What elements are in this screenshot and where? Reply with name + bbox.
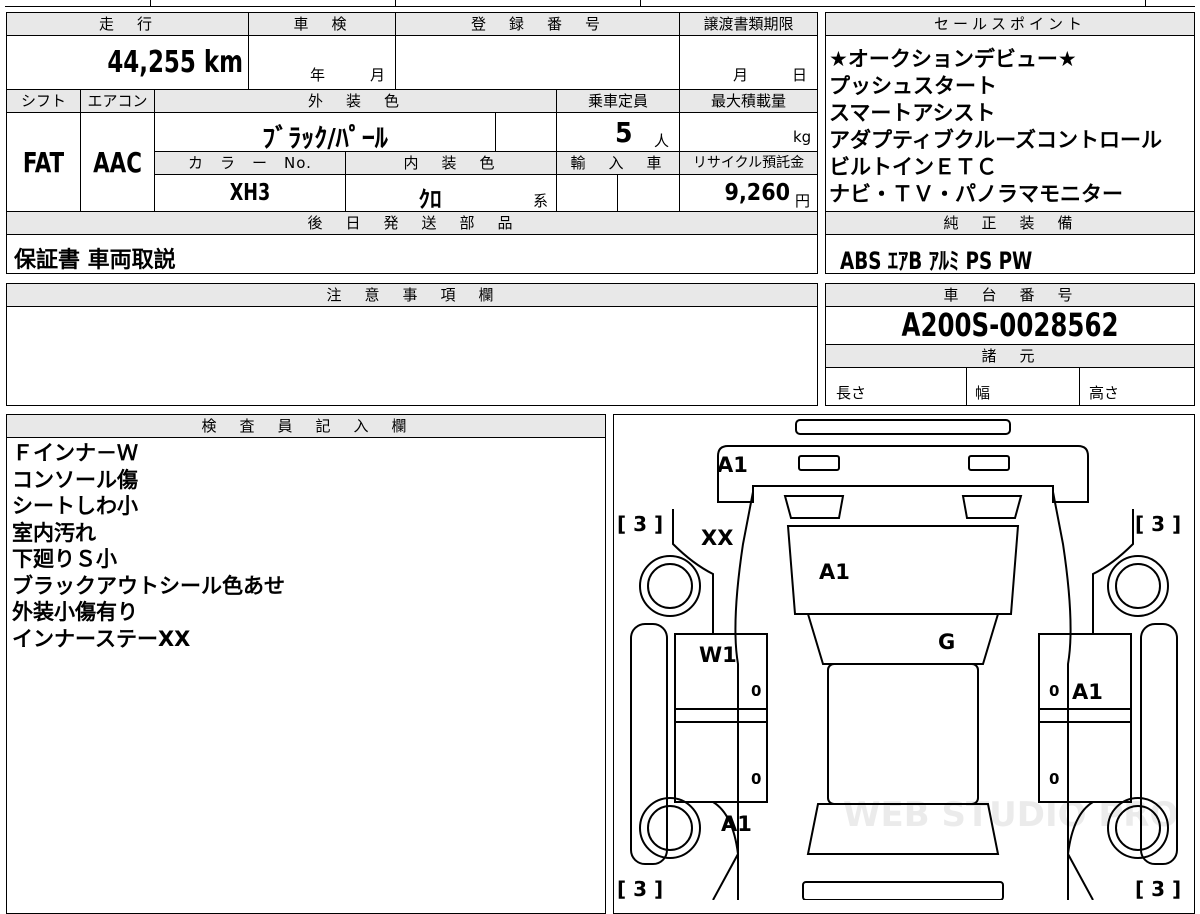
chassis-header: 車 台 番 号: [825, 283, 1195, 307]
tire-label-rear-left: [ 3 ]: [617, 877, 663, 900]
ac-value: AAC: [93, 146, 142, 179]
recycle-unit: 円: [795, 192, 811, 210]
mark-left-rear: A1: [721, 812, 752, 836]
ac-header: エアコン: [80, 89, 155, 113]
mark-front-top: A1: [717, 453, 748, 477]
capacity-unit: 人: [654, 132, 670, 150]
color-no-value: XH3: [229, 180, 271, 206]
inspector-line-5: 下廻りＳ小: [12, 547, 117, 571]
interior-color-value: ｸﾛ: [418, 187, 442, 213]
specs-header: 諸 元: [825, 344, 1195, 368]
spec-height-label: 高さ: [1089, 384, 1120, 402]
spec-width-label: 幅: [975, 384, 991, 402]
max-load-unit: kg: [793, 128, 812, 146]
body-outline: [734, 491, 1072, 900]
sales-point-2: プッシュスタート: [829, 74, 997, 98]
sales-point-6: ナビ・ＴＶ・パノラマモニター: [829, 182, 1123, 206]
left-rear-door-shape: [674, 721, 768, 803]
shift-value: FAT: [22, 146, 65, 179]
mark-windshield: A1: [819, 560, 850, 584]
inspection-header: 車 検: [248, 12, 396, 36]
inspection-month-label: 月: [370, 66, 386, 84]
sales-points-list: ★オークションデビュー★ プッシュスタート スマートアシスト アダプティブクルー…: [829, 46, 1195, 208]
chassis-number: A200S-0028562: [901, 306, 1119, 344]
door-zero-right-rear: 0: [1049, 770, 1059, 788]
mark-right-front-door: A1: [1072, 680, 1103, 704]
notes-header: 注 意 事 項 欄: [6, 283, 818, 307]
door-zero-left-front: 0: [751, 682, 761, 700]
inspector-line-1: Ｆインナ－Ｗ: [12, 441, 138, 465]
inspector-header: 検 査 員 記 入 欄: [6, 414, 606, 438]
inspector-line-4: 室内汚れ: [12, 520, 96, 545]
max-load-header: 最大積載量: [679, 89, 818, 113]
car-diagram: WEB STUDIO PRO A1 XX A1 W1 G A1 A1 [ 3 ]…: [617, 419, 1181, 900]
mark-left-front-door: W1: [699, 643, 737, 667]
inspector-line-6: ブラックアウトシール色あせ: [12, 573, 285, 598]
cabin-shape: [827, 663, 979, 805]
mark-front-left-fender: XX: [701, 526, 733, 550]
tire-label-front-left: [ 3 ]: [617, 512, 663, 536]
interior-color-header: 内 装 色: [345, 151, 557, 175]
import-header: 輸 入 車: [556, 151, 680, 175]
capacity-value: 5: [615, 116, 633, 149]
watermark: WEB STUDIO PRO: [843, 795, 1178, 835]
hood-shape: [717, 445, 1089, 503]
transfer-day-label: 日: [792, 66, 808, 84]
transfer-deadline-header: 譲渡書類期限: [679, 12, 818, 36]
mileage-value: 44,255 km: [107, 45, 243, 80]
sales-points-header: セールスポイント: [825, 12, 1195, 36]
exterior-color-header: 外 装 色: [154, 89, 557, 113]
roof-shape: [806, 613, 1000, 665]
transfer-month-label: 月: [733, 66, 749, 84]
inspector-line-3: シートしわ小: [12, 494, 138, 518]
spec-length-label: 長さ: [836, 384, 867, 402]
recycle-header: リサイクル預託金: [679, 151, 818, 175]
sales-point-4: アダプティブクルーズコントロール: [829, 128, 1163, 152]
genuine-equipment-value: ABS ｴｱB ｱﾙﾐ PS PW: [840, 247, 1033, 275]
inspector-notes: Ｆインナ－Ｗ コンソール傷 シートしわ小 室内汚れ 下廻りＳ小 ブラックアウトシ…: [12, 440, 602, 652]
mark-right-roof: G: [938, 630, 955, 654]
right-rear-door-shape: [1038, 721, 1132, 803]
interior-color-suffix: 系: [533, 192, 549, 210]
later-parts-header: 後 日 発 送 部 品: [6, 211, 818, 235]
registration-header: 登 録 番 号: [395, 12, 680, 36]
tire-label-rear-right: [ 3 ]: [1135, 877, 1181, 900]
inspector-line-7: 外装小傷有り: [12, 600, 138, 624]
front-bumper-shape: [795, 419, 1011, 435]
genuine-equipment-header: 純 正 装 備: [825, 211, 1195, 235]
color-no-header: カ ラ ー No.: [154, 151, 346, 175]
sales-point-5: ビルトインＥＴＣ: [829, 155, 997, 179]
exterior-color-value: ﾌﾞﾗｯｸ/ﾊﾟｰﾙ: [262, 124, 388, 154]
mileage-header: 走 行: [6, 12, 249, 36]
sales-point-3: スマートアシスト: [829, 101, 996, 125]
inspector-line-8: インナーステーXX: [12, 626, 191, 651]
door-zero-right-front: 0: [1049, 682, 1059, 700]
tire-label-front-right: [ 3 ]: [1135, 512, 1181, 536]
later-parts-value: 保証書 車両取説: [14, 248, 176, 273]
inspection-year-label: 年: [310, 66, 326, 84]
capacity-header: 乗車定員: [556, 89, 680, 113]
shift-header: シフト: [6, 89, 81, 113]
sales-point-1: ★オークションデビュー★: [829, 47, 1077, 71]
door-zero-left-rear: 0: [751, 770, 761, 788]
inspector-line-2: コンソール傷: [12, 467, 138, 492]
recycle-value: 9,260: [724, 180, 790, 206]
